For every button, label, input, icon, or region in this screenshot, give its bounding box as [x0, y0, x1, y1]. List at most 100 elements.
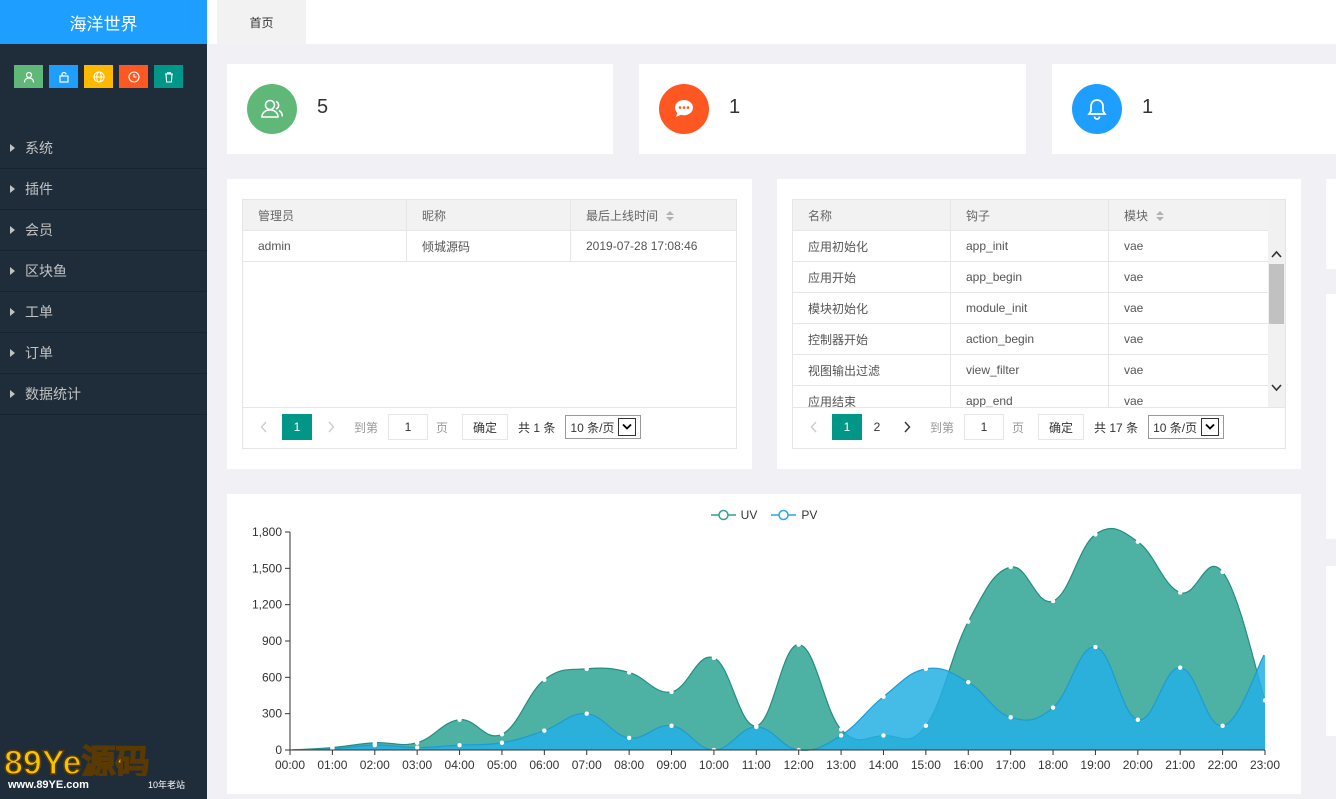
per-page-value: 10 条/页: [1153, 420, 1198, 435]
column-header[interactable]: 昵称: [406, 199, 571, 231]
table-cell: 应用初始化: [793, 230, 951, 262]
stat-value: 5: [317, 96, 329, 118]
sidebar-item-label: 订单: [25, 345, 53, 361]
scroll-down-icon[interactable]: [1271, 380, 1282, 395]
page-jump-input[interactable]: 1: [964, 414, 1005, 440]
table-cell: vae: [1108, 292, 1270, 324]
scrollbar-thumb[interactable]: [1269, 264, 1284, 324]
page-unit-label: 页: [1012, 420, 1025, 435]
data-point-uv: [1135, 539, 1141, 544]
table-cell: 模块初始化: [793, 292, 951, 324]
per-page-select[interactable]: 10 条/页: [565, 415, 642, 439]
table-cell: 视图输出过滤: [793, 354, 951, 386]
confirm-button[interactable]: 确定: [462, 414, 509, 440]
page-button-2[interactable]: 2: [862, 414, 892, 440]
per-page-select[interactable]: 10 条/页: [1148, 415, 1225, 439]
sidebar-item-orders[interactable]: 订单: [0, 333, 207, 374]
data-point-pv: [1262, 650, 1268, 656]
hooks-table-frame: 名称 钩子 模块 应用初始化 app_init vae 应用开始 app_begin v…: [792, 199, 1286, 449]
tab-bar: 首页: [207, 0, 1336, 44]
user-icon[interactable]: [14, 65, 43, 88]
next-page-icon[interactable]: [892, 414, 922, 440]
column-header[interactable]: 钩子: [950, 200, 1109, 231]
table-cell: vae: [1108, 323, 1270, 355]
caret-right-icon: [10, 144, 15, 152]
globe-icon[interactable]: [84, 65, 113, 88]
table-cell: app_begin: [950, 261, 1109, 293]
page-button-current[interactable]: 1: [282, 414, 312, 440]
x-tick-label: 07:00: [572, 758, 602, 772]
table-header-row: 名称 钩子 模块: [793, 200, 1270, 231]
sidebar-item-blockfish[interactable]: 区块鱼: [0, 251, 207, 292]
x-tick-label: 10:00: [699, 758, 729, 772]
goto-label: 到第: [930, 420, 955, 435]
table-row[interactable]: 应用初始化 app_init vae: [793, 230, 1270, 262]
page-unit-label: 页: [436, 420, 449, 435]
table-row[interactable]: admin 倾城源码 2019-07-28 17:08:46: [242, 230, 737, 262]
x-tick-label: 18:00: [1038, 758, 1068, 772]
table-cell: app_init: [950, 230, 1109, 262]
trash-icon[interactable]: [154, 65, 183, 88]
traffic-chart-card: UV PV 0 300 600 900 1,200 1,500 1,800 00:00 01:0…: [227, 494, 1301, 794]
tab-home[interactable]: 首页: [217, 0, 306, 44]
table-cell: action_begin: [950, 323, 1109, 355]
sidebar-item-statistics[interactable]: 数据统计: [0, 374, 207, 415]
x-tick-label: 20:00: [1123, 758, 1153, 772]
x-tick-label: 16:00: [953, 758, 983, 772]
data-point-pv: [1008, 715, 1013, 720]
hooks-pager: 1 2 到第 1 页 确定 共 17 条 10 条/页: [799, 414, 1225, 440]
table-cell: vae: [1108, 354, 1270, 386]
sidebar-item-plugins[interactable]: 插件: [0, 169, 207, 210]
prev-page-icon[interactable]: [799, 414, 829, 440]
next-page-icon[interactable]: [316, 414, 346, 440]
data-point-pv: [923, 666, 929, 672]
column-header[interactable]: 名称: [793, 200, 951, 231]
lock-icon[interactable]: [49, 65, 78, 88]
sidebar: 海洋世界 系统 插件 会员 区块鱼 工单 订单 数据统计 89Ye源码 www.…: [0, 0, 207, 799]
scroll-up-icon[interactable]: [1271, 246, 1282, 261]
watermark-tag: 10年老站: [148, 779, 185, 790]
sidebar-nav: 系统 插件 会员 区块鱼 工单 订单 数据统计: [0, 128, 207, 415]
sidebar-item-tickets[interactable]: 工单: [0, 292, 207, 333]
message-icon: [659, 84, 709, 134]
caret-right-icon: [10, 349, 15, 357]
x-tick-label: 15:00: [911, 758, 941, 772]
clock-icon[interactable]: [119, 65, 148, 88]
table-cell: module_init: [950, 292, 1109, 324]
page-button-current[interactable]: 1: [832, 414, 862, 440]
hooks-table-viewport[interactable]: 名称 钩子 模块 应用初始化 app_init vae 应用开始 app_begin v…: [793, 200, 1270, 407]
sidebar-item-members[interactable]: 会员: [0, 210, 207, 251]
vertical-scrollbar[interactable]: [1268, 200, 1285, 407]
table-row[interactable]: 应用结束 app_end vae: [793, 385, 1270, 407]
data-point-uv: [966, 619, 971, 624]
table-row[interactable]: 视图输出过滤 view_filter vae: [793, 354, 1270, 386]
data-point-pv: [499, 740, 505, 745]
sort-icon[interactable]: [666, 211, 675, 222]
column-header-sortable[interactable]: 模块: [1108, 200, 1270, 231]
prev-page-icon[interactable]: [249, 414, 279, 440]
admins-table-frame: 管理员 昵称 最后上线时间 admin 倾城源码 2019-07-28 17:0…: [242, 199, 737, 449]
x-tick-label: 11:00: [742, 758, 771, 772]
app-title[interactable]: 海洋世界: [0, 0, 207, 44]
sidebar-item-label: 工单: [25, 304, 53, 320]
hooks-table: 名称 钩子 模块 应用初始化 app_init vae 应用开始 app_begin v…: [793, 200, 1270, 407]
table-row[interactable]: 应用开始 app_begin vae: [793, 261, 1270, 293]
per-page-value: 10 条/页: [570, 420, 615, 435]
data-point-uv: [1093, 532, 1098, 537]
x-tick-label: 22:00: [1208, 758, 1238, 772]
data-point-pv: [754, 724, 759, 730]
data-point-pv: [669, 723, 674, 729]
table-row[interactable]: 控制器开始 action_begin vae: [793, 323, 1270, 355]
x-tick-label: 06:00: [529, 758, 559, 772]
sidebar-item-system[interactable]: 系统: [0, 128, 207, 169]
confirm-button[interactable]: 确定: [1038, 414, 1085, 440]
watermark-logo: 89Ye源码 www.89YE.com 10年老站: [0, 736, 207, 799]
column-header[interactable]: 管理员: [242, 199, 407, 231]
table-cell: view_filter: [950, 354, 1109, 386]
column-header-sortable[interactable]: 最后上线时间: [570, 199, 737, 231]
table-row[interactable]: 模块初始化 module_init vae: [793, 292, 1270, 324]
page-jump-input[interactable]: 1: [388, 414, 429, 440]
data-point-uv: [669, 689, 674, 695]
sidebar-item-label: 区块鱼: [25, 263, 67, 279]
sort-icon[interactable]: [1156, 211, 1165, 222]
